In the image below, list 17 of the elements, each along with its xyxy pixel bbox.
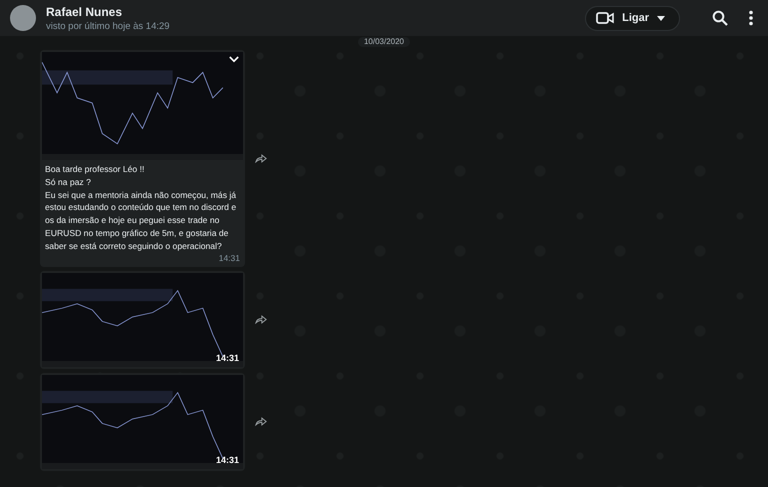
date-chip: 10/03/2020: [358, 37, 410, 47]
message-time: 14:31: [218, 252, 240, 263]
search-icon[interactable]: [712, 10, 728, 26]
forward-icon[interactable]: [255, 154, 267, 163]
forward-icon[interactable]: [255, 315, 267, 324]
caret-icon: [657, 16, 665, 20]
menu-icon[interactable]: [748, 10, 754, 26]
message-text: Boa tarde professor Léo !! Só na paz ? Eu sei que a mentoria ainda não começou, más já estou estudando o conteúdo que tem no discord e os da imersão e hoje eu peguei esse trade no EURUSD no tempo gráfico de 5m, e gostaria de saber se está correto seguindo o operacional?: [44, 163, 238, 253]
message-time: 14:31: [216, 352, 239, 363]
avatar[interactable]: [10, 5, 36, 31]
contact-name: Rafael Nunes: [46, 4, 124, 18]
message-time: 14:31: [216, 454, 239, 465]
chevron-down-icon[interactable]: [229, 56, 239, 63]
forward-icon[interactable]: [255, 417, 267, 426]
call-button[interactable]: Ligar: [585, 6, 680, 30]
video-camera-icon: [596, 11, 614, 25]
last-seen-text: visto por último hoje às 14:29: [46, 20, 171, 32]
